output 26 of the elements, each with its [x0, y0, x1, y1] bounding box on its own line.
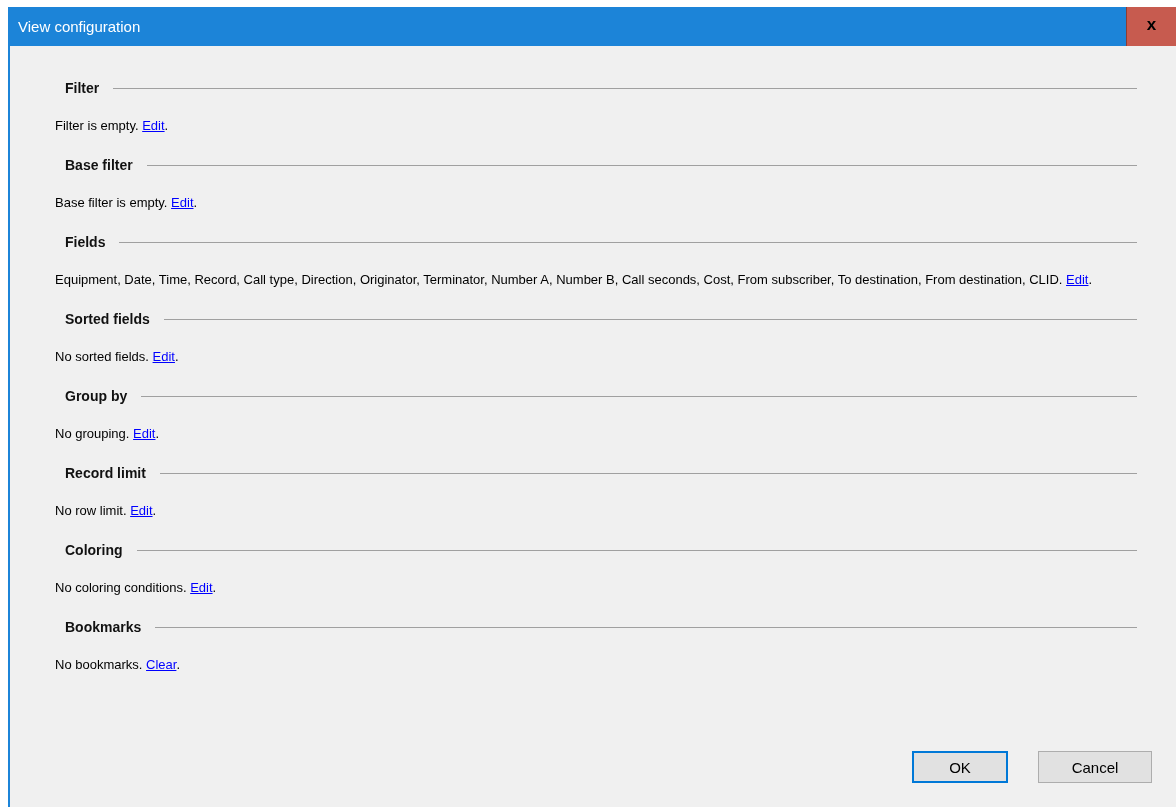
section-text: Equipment, Date, Time, Record, Call type, Direction, Originator, Terminator, Number A, Number B, Call seconds, Cost, From subscriber, To destination, From destination, CLID. Edit.	[55, 271, 1094, 289]
edit-link[interactable]: Edit	[171, 195, 194, 210]
section-heading: Filter	[65, 80, 100, 96]
section-heading: Bookmarks	[65, 619, 142, 635]
section-text: No grouping. Edit.	[55, 425, 161, 443]
close-button[interactable]: x	[1126, 7, 1176, 46]
section-text: Base filter is empty. Edit.	[55, 194, 199, 212]
section-text: No bookmarks. Clear.	[55, 656, 182, 674]
dialog-button[interactable]: Cancel	[1038, 751, 1152, 783]
dialog-button[interactable]: OK	[912, 751, 1008, 783]
section-text: No row limit. Edit.	[55, 502, 158, 520]
edit-link[interactable]: Edit	[190, 580, 213, 595]
section-text: Filter is empty. Edit.	[55, 117, 170, 135]
section-text: No coloring conditions. Edit.	[55, 579, 218, 597]
section-heading: Sorted fields	[65, 311, 150, 327]
section-heading: Group by	[65, 388, 128, 404]
edit-link[interactable]: Clear	[146, 657, 177, 672]
section-heading: Record limit	[65, 465, 146, 481]
section-heading: Coloring	[65, 542, 123, 558]
edit-link[interactable]: Edit	[142, 118, 165, 133]
section-heading: Fields	[65, 234, 106, 250]
edit-link[interactable]: Edit	[152, 349, 175, 364]
edit-link[interactable]: Edit	[130, 503, 153, 518]
section-text: No sorted fields. Edit.	[55, 348, 180, 366]
window-title: View configuration	[17, 18, 142, 35]
section-heading: Base filter	[65, 157, 133, 173]
